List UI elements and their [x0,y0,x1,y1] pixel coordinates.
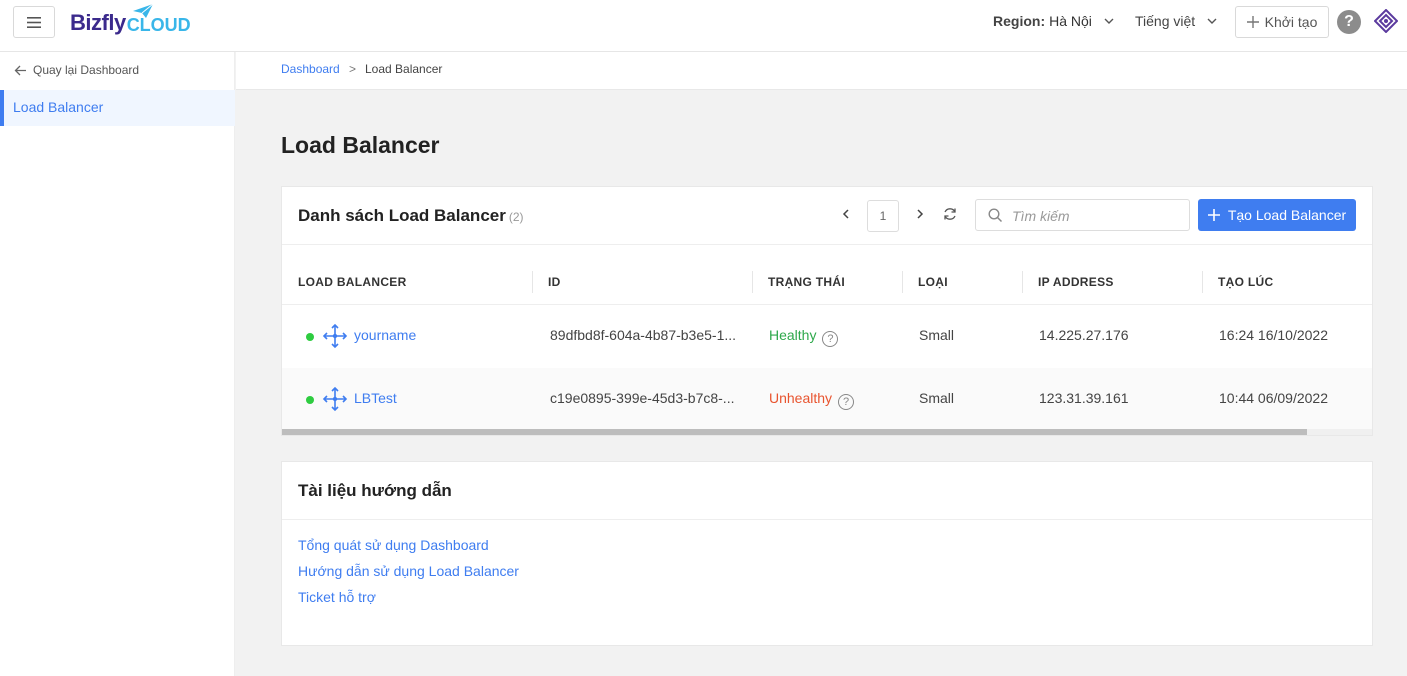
table-row[interactable]: yourname 89dfbd8f-604a-4b87-b3e5-1... He… [282,305,1372,368]
arrow-left-icon [14,65,26,75]
back-to-dashboard-link[interactable]: Quay lại Dashboard [14,63,139,77]
create-button[interactable]: Khởi tạo [1235,6,1329,38]
load-balancer-icon [322,323,348,349]
paper-plane-icon [133,3,154,18]
created-at-cell: 16:24 16/10/2022 [1219,327,1328,343]
chevron-right-icon[interactable] [914,207,926,221]
back-label: Quay lại Dashboard [33,63,140,77]
language-value: Tiếng việt [1135,13,1196,29]
column-divider [1202,271,1203,293]
doc-link-support-ticket[interactable]: Ticket hỗ trợ [298,589,376,605]
chevron-down-icon [1207,18,1217,24]
account-avatar-icon[interactable] [1374,9,1398,33]
ip-address-cell: 123.31.39.161 [1039,390,1129,406]
load-balancer-list-card: Danh sách Load Balancer(2) 1 Tạo Load Ba… [281,186,1373,436]
breadcrumb-dashboard[interactable]: Dashboard [281,62,340,76]
ip-address-cell: 14.225.27.176 [1039,327,1129,343]
documentation-header: Tài liệu hướng dẫn [282,462,1372,520]
page-number[interactable]: 1 [867,200,899,232]
column-divider [532,271,533,293]
region-value: Hà Nội [1049,13,1092,29]
question-circle-icon[interactable]: ? [822,331,839,347]
doc-link-load-balancer-guide[interactable]: Hướng dẫn sử dụng Load Balancer [298,563,519,579]
column-divider [1022,271,1023,293]
column-header-status[interactable]: TRẠNG THÁI [768,275,845,289]
sidebar-item-load-balancer[interactable]: Load Balancer [0,90,235,126]
type-cell: Small [919,327,955,343]
status-cell: Healthy? [769,327,839,347]
question-circle-icon[interactable]: ? [838,394,855,410]
plus-icon [1207,209,1220,221]
brand-logo[interactable]: Bizfly CLOUD [70,3,191,41]
column-header-id[interactable]: ID [548,275,561,289]
documentation-card: Tài liệu hướng dẫn Tổng quát sử dụng Das… [281,461,1373,646]
brand-name: Bizfly [70,10,126,35]
created-at-cell: 10:44 06/09/2022 [1219,390,1328,406]
refresh-icon[interactable] [942,206,958,222]
list-header: Danh sách Load Balancer(2) 1 Tạo Load Ba… [282,187,1372,245]
list-title-text: Danh sách Load Balancer [298,206,506,225]
list-title: Danh sách Load Balancer (2) [298,206,524,226]
menu-button[interactable] [13,6,55,38]
create-load-balancer-label: Tạo Load Balancer [1227,207,1347,223]
chevron-down-icon [1104,18,1114,24]
column-header-load-balancer[interactable]: LOAD BALANCER [298,275,407,289]
column-divider [902,271,903,293]
scrollbar-thumb[interactable] [282,429,1307,435]
doc-link-dashboard-overview[interactable]: Tổng quát sử dụng Dashboard [298,537,489,553]
page-title: Load Balancer [281,132,440,158]
status-text: Healthy [769,327,817,343]
horizontal-scrollbar[interactable] [282,429,1372,435]
region-selector[interactable]: Region: Hà Nội [993,13,1116,29]
create-button-label: Khởi tạo [1264,14,1318,30]
help-icon[interactable]: ? [1337,10,1361,34]
hamburger-icon [27,16,41,28]
language-selector[interactable]: Tiếng việt [1135,13,1219,29]
status-text: Unhealthy [769,390,833,406]
status-cell: Unhealthy? [769,390,855,410]
status-dot [306,396,314,404]
documentation-title: Tài liệu hướng dẫn [298,481,452,500]
breadcrumb: Dashboard > Load Balancer [236,52,1407,90]
list-count: (2) [508,210,524,224]
breadcrumb-separator: > [349,62,357,76]
sidebar: Quay lại Dashboard Load Balancer [0,52,235,676]
type-cell: Small [919,390,955,406]
column-header-created-at[interactable]: TẠO LÚC [1218,275,1273,289]
search-input[interactable] [1012,206,1182,226]
load-balancer-icon [322,386,348,412]
load-balancer-id: c19e0895-399e-45d3-b7c8-... [550,390,735,406]
top-bar: Bizfly CLOUD Region: Hà Nội Tiếng việt K… [0,0,1407,52]
plus-icon [1246,16,1259,28]
create-load-balancer-button[interactable]: Tạo Load Balancer [1198,199,1356,231]
search-icon [988,208,1003,223]
column-divider [752,271,753,293]
load-balancer-name-link[interactable]: yourname [354,327,416,343]
search-box [975,199,1190,231]
chevron-left-icon[interactable] [840,207,852,221]
status-dot [306,333,314,341]
table-header: LOAD BALANCER ID TRẠNG THÁI LOẠI IP ADDR… [282,261,1372,305]
load-balancer-name-link[interactable]: LBTest [354,390,397,406]
region-label: Region: [993,13,1046,29]
table-row[interactable]: LBTest c19e0895-399e-45d3-b7c8-... Unhea… [282,368,1372,431]
column-header-ip-address[interactable]: IP ADDRESS [1038,275,1114,289]
load-balancer-id: 89dfbd8f-604a-4b87-b3e5-1... [550,327,737,343]
breadcrumb-current: Load Balancer [365,62,443,76]
column-header-type[interactable]: LOẠI [918,275,948,289]
